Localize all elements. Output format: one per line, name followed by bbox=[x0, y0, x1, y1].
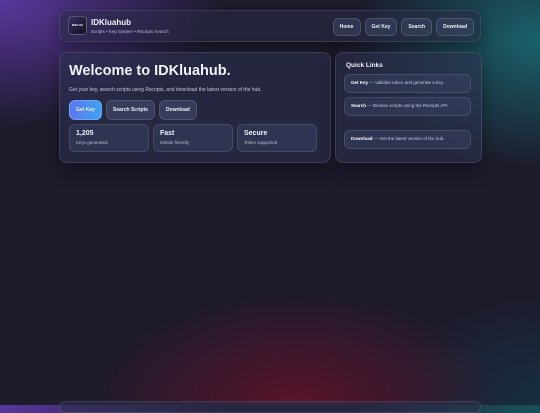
nav-download-button[interactable]: Download bbox=[436, 18, 474, 36]
hero-actions: Get Key Search Scripts Download bbox=[69, 100, 197, 120]
quick-link-desc: — Validate token and generate a key. bbox=[368, 80, 444, 85]
quick-link-get-key[interactable]: Get Key — Validate token and generate a … bbox=[344, 74, 471, 93]
site-header: IDKLUA HUB IDKluahub Scripts • Key Syste… bbox=[59, 10, 481, 42]
quick-link-desc: — Get the latest version of the hub. bbox=[372, 136, 445, 141]
stat-fast: Fast Mobile friendly bbox=[153, 124, 233, 152]
welcome-card: Welcome to IDKluahub. Get your key, sear… bbox=[59, 52, 331, 163]
nav-home-button[interactable]: Home bbox=[332, 18, 361, 36]
quick-link-name: Download bbox=[351, 136, 373, 141]
quick-links-title: Quick Links bbox=[346, 62, 383, 69]
search-scripts-button[interactable]: Search Scripts bbox=[105, 100, 155, 120]
nav-get-key-button[interactable]: Get Key bbox=[364, 18, 398, 36]
nav-search-button[interactable]: Search bbox=[401, 18, 433, 36]
site-subtitle: Scripts • Key System • Rscripts Search bbox=[91, 29, 169, 34]
quick-links-card: Quick Links Get Key — Validate token and… bbox=[335, 52, 482, 163]
stats-row: 1,205 Keys generated Fast Mobile friendl… bbox=[69, 124, 317, 152]
site-title: IDKluahub bbox=[91, 18, 131, 27]
stat-label: Token supported bbox=[244, 140, 278, 145]
download-button[interactable]: Download bbox=[158, 100, 197, 120]
quick-link-name: Search bbox=[351, 103, 367, 108]
stat-value: 1,205 bbox=[76, 130, 94, 137]
quick-link-name: Get Key bbox=[351, 80, 369, 85]
quick-link-desc: — Browse scripts using the Rscripts API. bbox=[366, 103, 449, 108]
logo[interactable]: IDKLUA HUB bbox=[68, 16, 87, 35]
stat-secure: Secure Token supported bbox=[237, 124, 317, 152]
stat-label: Mobile friendly bbox=[160, 140, 190, 145]
get-key-button[interactable]: Get Key bbox=[69, 100, 102, 120]
welcome-description: Get your key, search scripts using Rscri… bbox=[69, 87, 262, 93]
footer-card bbox=[59, 401, 481, 413]
stat-keys-generated: 1,205 Keys generated bbox=[69, 124, 149, 152]
welcome-title: Welcome to IDKluahub. bbox=[69, 63, 231, 79]
quick-link-search[interactable]: Search — Browse scripts using the Rscrip… bbox=[344, 97, 471, 116]
stat-value: Secure bbox=[244, 130, 268, 137]
stat-label: Keys generated bbox=[76, 140, 108, 145]
stat-value: Fast bbox=[160, 130, 175, 137]
quick-link-download[interactable]: Download — Get the latest version of the… bbox=[344, 130, 471, 149]
top-nav: Home Get Key Search Download bbox=[332, 18, 474, 36]
